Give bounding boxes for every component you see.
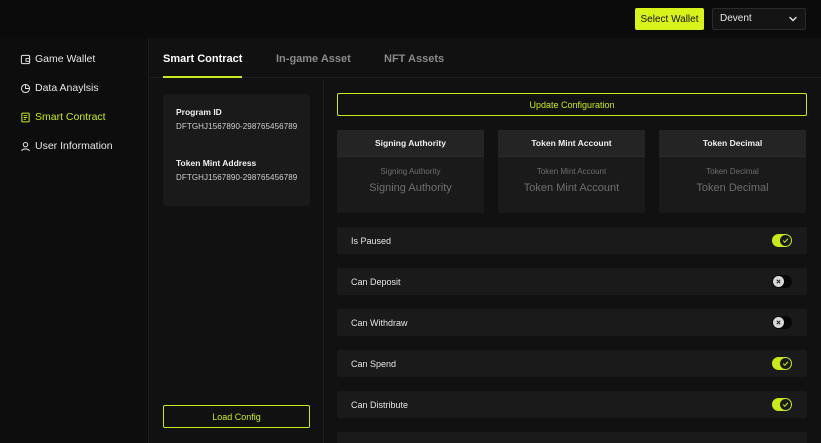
select-wallet-button[interactable]: Select Wallet [635,8,704,30]
network-select[interactable]: Devent [712,8,806,30]
program-id-label: Program ID [176,107,222,117]
toggle-knob [773,317,784,328]
load-config-button[interactable]: Load Config [163,405,310,428]
toggle-row-can-deposit: Can Deposit [337,268,807,295]
document-icon [21,112,30,122]
network-select-value: Devent [720,13,752,24]
sidebar-item-label: Data Anaylsis [35,82,99,94]
card-title: Signing Authority [337,130,484,157]
toggle-row-is-paused: Is Paused [337,227,807,254]
toggle-label: Can Distribute [351,400,409,410]
analysis-icon [20,83,31,93]
close-icon [776,279,781,284]
card-subtitle: Signing Authority [380,167,441,176]
tab-bar: Smart Contract In-game Asset NFT Assets [150,38,821,78]
toggle-label: Can Deposit [351,277,401,287]
sidebar-item-data-analysis[interactable]: Data Anaylsis [20,80,99,96]
toggle-row-can-distribute: Can Distribute [337,391,807,418]
check-icon [782,402,789,408]
sidebar-item-label: Game Wallet [35,53,96,65]
toggle-label: Can Withdraw [351,318,408,328]
can-distribute-toggle[interactable] [772,398,792,411]
can-spend-toggle[interactable] [772,357,792,370]
can-withdraw-toggle[interactable] [772,316,792,329]
toggle-knob [780,399,791,410]
token-decimal-card: Token Decimal Token Decimal Token Decima… [659,130,806,213]
signing-authority-card: Signing Authority Signing Authority Sign… [337,130,484,213]
can-deposit-toggle[interactable] [772,275,792,288]
token-mint-value: DFTGHJ1567890-298765456789 [176,173,298,182]
tab-in-game-asset[interactable]: In-game Asset [276,53,351,65]
toggle-knob [780,358,791,369]
is-paused-toggle[interactable] [772,234,792,247]
toggle-row-partial [337,432,807,443]
divider [323,79,324,443]
active-tab-indicator [163,76,242,78]
contract-info-panel: Program ID DFTGHJ1567890-298765456789 To… [163,94,310,206]
program-id-value: DFTGHJ1567890-298765456789 [176,122,298,131]
wallet-icon [20,54,31,64]
toggle-knob [773,276,784,287]
user-icon [21,141,30,151]
check-icon [782,361,789,367]
token-mint-label: Token Mint Address [176,158,257,168]
card-subtitle: Token Mint Account [536,167,607,176]
check-icon [782,238,789,244]
toggle-row-can-withdraw: Can Withdraw [337,309,807,336]
tab-nft-assets[interactable]: NFT Assets [384,53,444,65]
toggle-row-can-spend: Can Spend [337,350,807,377]
sidebar-item-label: User Information [35,140,113,152]
sidebar: Game Wallet Data Anaylsis Smart Contract… [0,38,149,443]
token-mint-account-card: Token Mint Account Token Mint Account To… [498,130,645,213]
main-content: Smart Contract In-game Asset NFT Assets … [150,38,821,443]
sidebar-item-label: Smart Contract [35,111,106,123]
card-value: Token Decimal [696,182,769,194]
tab-smart-contract[interactable]: Smart Contract [163,53,242,65]
sidebar-item-game-wallet[interactable]: Game Wallet [20,51,95,67]
sidebar-item-smart-contract[interactable]: Smart Contract [20,109,106,125]
toggle-label: Is Paused [351,236,392,246]
sidebar-item-user-information[interactable]: User Information [20,138,113,154]
toggle-knob [780,235,791,246]
top-bar: Select Wallet Devent [0,0,821,38]
close-icon [776,320,781,325]
card-title: Token Mint Account [498,130,645,157]
update-configuration-button[interactable]: Update Configuration [337,93,807,116]
card-value: Signing Authority [369,182,452,194]
chevron-down-icon [789,16,797,22]
card-title: Token Decimal [659,130,806,157]
toggle-label: Can Spend [351,359,397,369]
card-value: Token Mint Account [523,182,620,194]
card-subtitle: Token Decimal [706,167,759,176]
